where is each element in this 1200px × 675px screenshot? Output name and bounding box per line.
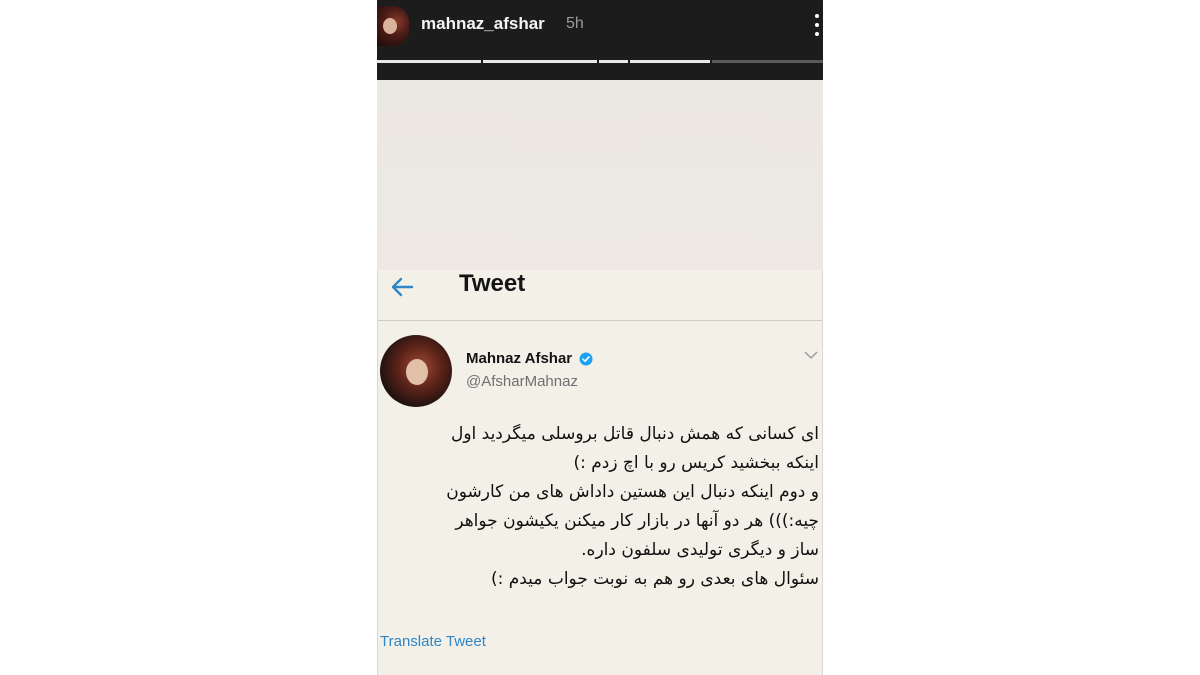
- story-username[interactable]: mahnaz_afshar: [421, 14, 545, 34]
- tweet-line: چیه:))) هر دو آنها در بازار کار میکنن یک…: [455, 511, 819, 531]
- back-arrow-icon[interactable]: [390, 276, 414, 298]
- story-background: [377, 80, 823, 270]
- tweet-topbar: Tweet: [378, 270, 822, 321]
- tweet-screenshot: Tweet Mahnaz Afshar @AfsharMahnaz ای کسا…: [377, 270, 823, 675]
- tweet-line: ساز و دیگری تولیدی سلفون داره.: [581, 540, 819, 560]
- progress-segment: [711, 60, 823, 63]
- tweet-line: و دوم اینکه دنبال این هستین داداش های من…: [446, 482, 819, 502]
- more-vertical-icon[interactable]: [811, 12, 823, 38]
- story-avatar[interactable]: [377, 6, 409, 46]
- avatar-face: [406, 359, 428, 385]
- verified-badge-icon: [579, 352, 593, 366]
- tweet-line: سئوال های بعدی رو هم به نوبت جواب میدم :…: [490, 569, 819, 589]
- author-name[interactable]: Mahnaz Afshar: [466, 350, 572, 367]
- progress-segment: [377, 60, 481, 63]
- tweet-text: ای کسانی که همش دنبال قاتل بروسلی میگردی…: [382, 420, 819, 594]
- page-title: Tweet: [459, 270, 526, 297]
- tweet-line: ای کسانی که همش دنبال قاتل بروسلی میگردی…: [450, 424, 819, 444]
- story-timestamp: 5h: [566, 15, 584, 32]
- progress-segment: [599, 60, 628, 63]
- chevron-down-icon[interactable]: [804, 350, 818, 360]
- story-frame: mahnaz_afshar 5h Tweet Mahnaz Afshar @Af…: [377, 0, 823, 675]
- author-handle[interactable]: @AfsharMahnaz: [466, 373, 578, 390]
- progress-segment: [482, 60, 598, 63]
- tweet-line: اینکه ببخشید کریس رو با اچ زدم :): [573, 453, 819, 473]
- story-progress-bar: [377, 60, 823, 63]
- avatar-face: [383, 18, 397, 34]
- progress-segment: [629, 60, 710, 63]
- author-avatar[interactable]: [380, 335, 452, 407]
- translate-tweet-link[interactable]: Translate Tweet: [380, 633, 486, 650]
- story-header: mahnaz_afshar 5h: [377, 0, 823, 80]
